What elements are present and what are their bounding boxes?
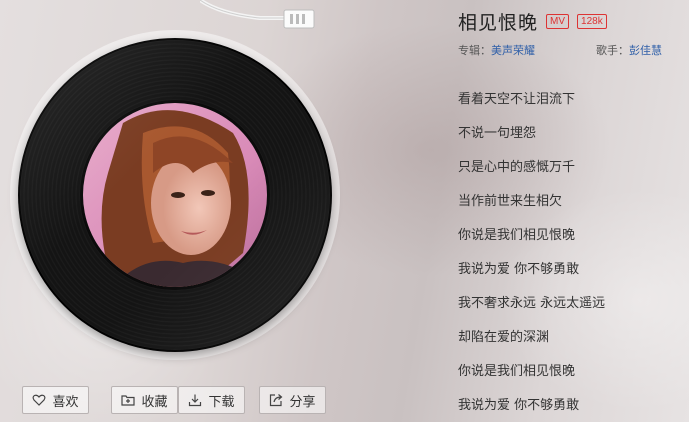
mv-badge[interactable]: MV [546,14,570,29]
album-info: 专辑：美声荣耀 [458,42,535,58]
lyric-line: 看着天空不让泪流下 [458,92,576,107]
lyric-line: 当作前世来生相欠 [458,194,563,209]
lyric-line: 你说是我们相见恨晚 [458,364,576,379]
like-button[interactable]: 喜欢 [22,386,89,414]
lyric-line: 我说为爱 你不够勇敢 [458,262,580,277]
vinyl-disc [18,38,332,352]
quality-badge[interactable]: 128k [577,14,607,29]
heart-icon [33,394,46,406]
lyric-line: 却陷在爱的深渊 [458,330,550,345]
lyrics-panel[interactable]: 看着天空不让泪流下 不说一句埋怨 只是心中的感慨万千 当作前世来生相欠 你说是我… [458,90,605,422]
artist-link[interactable]: 彭佳慧 [629,44,662,57]
album-cover-art [83,103,267,287]
share-label: 分享 [289,394,316,410]
lyric-line: 我说为爱 你不够勇敢 [458,398,580,413]
lyric-line: 只是心中的感慨万千 [458,160,576,175]
album-cover [80,100,270,290]
share-button[interactable]: 分享 [259,386,326,414]
turntable [10,30,340,360]
collect-label: 收藏 [141,394,168,410]
lyric-line: 你说是我们相见恨晚 [458,228,576,243]
download-icon [189,394,202,407]
download-label: 下载 [208,394,235,410]
artist-label: 歌手： [596,44,629,57]
artist-info: 歌手：彭佳慧 [596,42,662,58]
lyric-line: 不说一句埋怨 [458,126,537,141]
share-icon [270,394,283,407]
lyric-line: 我不奢求永远 永远太遥远 [458,296,606,311]
song-header: 相见恨晚 MV 128k [458,8,607,35]
album-link[interactable]: 美声荣耀 [491,44,535,57]
folder-plus-icon [121,395,136,406]
song-title: 相见恨晚 [458,12,539,34]
collect-button[interactable]: 收藏 [111,386,178,414]
download-button[interactable]: 下载 [178,386,245,414]
like-label: 喜欢 [52,394,79,410]
album-label: 专辑： [458,44,491,57]
